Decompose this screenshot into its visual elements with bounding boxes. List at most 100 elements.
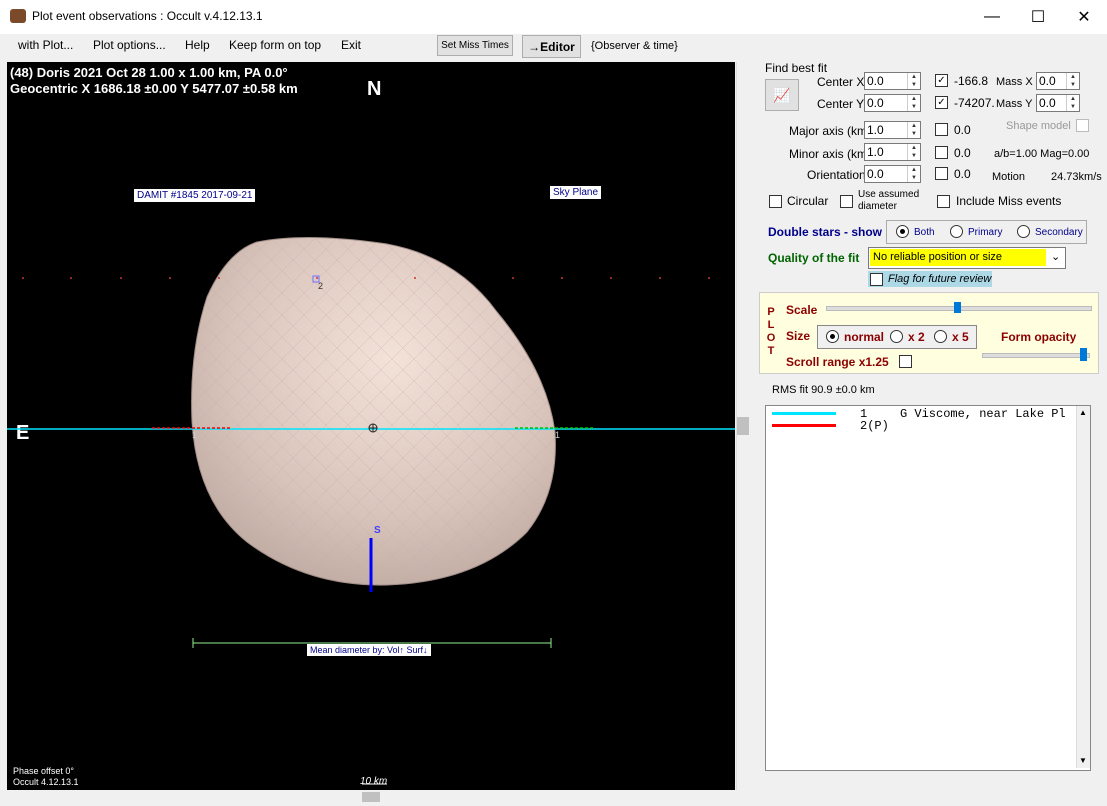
shape-model-label: Shape model [1006, 120, 1071, 132]
plot-vertical-label: PLOT [766, 306, 776, 357]
quality-label: Quality of the fit [768, 251, 860, 265]
orientation-label: Orientation [807, 168, 866, 182]
minor-axis-input[interactable]: 1.0 ▲ ▼ [864, 143, 921, 161]
primary-radio[interactable] [950, 225, 963, 238]
secondary-radio[interactable] [1017, 225, 1030, 238]
title-bar: Plot event observations : Occult v.4.12.… [0, 0, 1107, 35]
hscroll-thumb[interactable] [362, 792, 380, 802]
plot-canvas[interactable]: (48) Doris 2021 Oct 28 1.00 x 1.00 km, P… [7, 62, 735, 790]
rms-fit-label: RMS fit 90.9 ±0.0 km [772, 384, 875, 396]
x5-label: x 5 [952, 330, 969, 344]
chord-label-1a: 1 [192, 430, 198, 440]
double-stars-label: Double stars - show [768, 225, 883, 239]
include-miss-label: Include Miss events [956, 194, 1062, 208]
ab-mag-label: a/b=1.00 Mag=0.00 [994, 148, 1090, 160]
center-x-offset: -166.8 [954, 74, 989, 88]
secondary-label: Secondary [1035, 227, 1083, 238]
orientation-value: 0.0 [954, 167, 971, 181]
motion-value: 24.73km/s [1051, 171, 1102, 183]
center-x-checkbox[interactable]: ✓ [935, 74, 948, 87]
form-opacity-label: Form opacity [1001, 330, 1077, 344]
app-icon [10, 9, 26, 23]
menu-exit[interactable]: Exit [341, 38, 361, 52]
quality-value: No reliable position or size [873, 251, 1003, 263]
quality-select[interactable]: No reliable position or size ⌄ [868, 247, 1066, 269]
x2-label: x 2 [908, 330, 925, 344]
mass-y-input[interactable]: 0.0 ▲ ▼ [1036, 94, 1080, 112]
vscroll-thumb[interactable] [737, 417, 749, 435]
center-y-input[interactable]: 0.0 ▲ ▼ [864, 94, 921, 112]
find-best-fit-label: Find best fit [765, 61, 828, 75]
scroll-up-icon[interactable]: ▲ [1079, 408, 1087, 417]
scale-label: Scale [786, 303, 818, 317]
normal-label: normal [844, 330, 885, 344]
legend-scrollbar[interactable]: ▲ ▼ [1076, 406, 1090, 768]
chevron-down-icon: ⌄ [1051, 251, 1061, 263]
chord-label-1b: 1 [555, 430, 561, 440]
legend-panel[interactable]: 1 G Viscome, near Lake Pl 2(P) ▲ ▼ [765, 405, 1091, 771]
center-y-offset: -74207. [954, 96, 994, 110]
scroll-range-label: Scroll range x1.25 [786, 355, 889, 369]
set-miss-times-button[interactable]: Set Miss Times [437, 35, 513, 56]
orientation-checkbox[interactable] [935, 167, 948, 180]
chord-label-2: 2 [318, 281, 324, 291]
use-assumed-checkbox[interactable] [840, 195, 853, 208]
plot-graphics [7, 236, 735, 785]
menu-keep-on-top[interactable]: Keep form on top [229, 38, 321, 52]
center-y-label: Center Y [817, 97, 865, 111]
plot-vertical-scrollbar[interactable] [736, 62, 749, 790]
scale-slider[interactable] [826, 302, 1092, 314]
both-radio[interactable] [896, 225, 909, 238]
flag-review-checkbox[interactable] [870, 273, 883, 286]
major-axis-label: Major axis (km) [789, 124, 872, 138]
center-y-checkbox[interactable]: ✓ [935, 96, 948, 109]
legend-swatch-1 [772, 412, 836, 415]
flag-review-label: Flag for future review [888, 273, 992, 285]
primary-label: Primary [968, 227, 1003, 238]
legend-swatch-2 [772, 424, 836, 427]
legend-entry-1-text: G Viscome, near Lake Pl [900, 407, 1066, 421]
orientation-input[interactable]: 0.0 ▲ ▼ [864, 165, 921, 183]
circular-checkbox[interactable] [769, 195, 782, 208]
major-axis-checkbox[interactable] [935, 123, 948, 136]
mass-x-input[interactable]: 0.0 ▲ ▼ [1036, 72, 1080, 90]
maximize-button[interactable]: ☐ [1015, 0, 1061, 34]
mass-x-label: Mass X [996, 76, 1033, 88]
menu-plot-options[interactable]: Plot options... [93, 38, 166, 52]
major-axis-value: 0.0 [954, 123, 971, 137]
menu-with-plot[interactable]: with Plot... [18, 38, 73, 52]
menu-help[interactable]: Help [185, 38, 210, 52]
south-label: S [374, 525, 381, 536]
size-label: Size [786, 329, 811, 343]
minor-axis-label: Minor axis (km) [789, 147, 872, 161]
scroll-down-icon[interactable]: ▼ [1079, 756, 1087, 765]
major-axis-input[interactable]: 1.0 ▲ ▼ [864, 121, 921, 139]
minor-axis-checkbox[interactable] [935, 146, 948, 159]
find-best-fit-button[interactable]: 📈 [765, 79, 799, 111]
center-x-input[interactable]: 0.0 ▲ ▼ [864, 72, 921, 90]
x2-radio[interactable] [890, 330, 903, 343]
phase-offset: Phase offset 0° [13, 766, 74, 776]
use-assumed-label: Use assumed diameter [858, 189, 920, 212]
minimize-button[interactable]: — [969, 0, 1015, 34]
version-label: Occult 4.12.13.1 [13, 777, 79, 787]
chart-icon: 📈 [773, 86, 791, 103]
shape-model-checkbox[interactable] [1076, 119, 1089, 132]
legend-entry-2-num: 2(P) [860, 419, 889, 433]
plot-horizontal-scrollbar[interactable] [7, 790, 735, 804]
close-button[interactable]: ✕ [1061, 0, 1107, 34]
include-miss-checkbox[interactable] [937, 195, 950, 208]
mass-y-label: Mass Y [996, 98, 1033, 110]
circular-label: Circular [787, 194, 829, 208]
normal-radio[interactable] [826, 330, 839, 343]
center-x-label: Center X [817, 75, 865, 89]
scroll-range-checkbox[interactable] [899, 355, 912, 368]
x5-radio[interactable] [934, 330, 947, 343]
motion-label: Motion [992, 171, 1026, 183]
minor-axis-value: 0.0 [954, 146, 971, 160]
window-title: Plot event observations : Occult v.4.12.… [32, 9, 263, 23]
editor-button[interactable]: →Editor [522, 35, 581, 58]
observer-time-label: {Observer & time} [591, 40, 678, 52]
mean-diameter-label: Mean diameter by: Vol↑ Surf↓ [307, 644, 431, 656]
form-opacity-slider[interactable] [982, 348, 1090, 362]
